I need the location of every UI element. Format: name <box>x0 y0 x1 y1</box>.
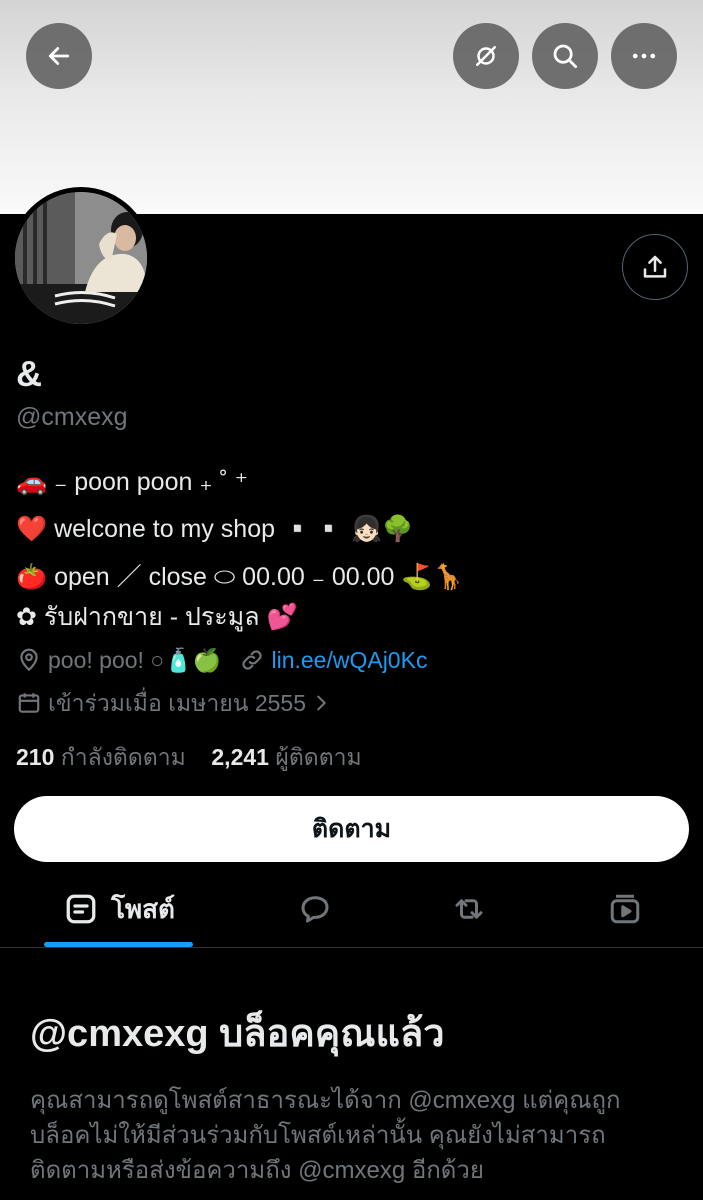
profile-page: & @cmxexg 🚗 ₋ poon poon ₊ ˚ ⁺ ❤️ welcone… <box>0 0 703 1200</box>
followers-count: 2,241 <box>211 744 269 770</box>
more-button[interactable] <box>611 23 677 89</box>
more-horizontal-icon <box>632 53 656 59</box>
tab-media[interactable] <box>590 870 660 948</box>
share-button[interactable] <box>622 234 688 300</box>
profile-banner[interactable] <box>0 0 703 214</box>
media-icon <box>610 894 640 924</box>
avatar-photo <box>15 192 147 324</box>
avatar[interactable] <box>10 187 152 329</box>
profile-handle: @cmxexg <box>16 403 128 431</box>
follow-counts: 210 กำลังติดตาม 2,241 ผู้ติดตาม <box>16 742 362 772</box>
followers-link[interactable]: 2,241 ผู้ติดตาม <box>211 744 361 770</box>
posts-icon <box>66 894 96 924</box>
share-icon <box>643 255 667 278</box>
blocked-title: @cmxexg บล็อคคุณแล้ว <box>30 1013 445 1055</box>
bio-line: 🚗 ₋ poon poon ₊ ˚ ⁺ <box>16 468 248 496</box>
follow-button[interactable]: ติดตาม <box>14 796 689 862</box>
link-text[interactable]: lin.ee/wQAj0Kc <box>271 645 427 675</box>
profile-link[interactable]: lin.ee/wQAj0Kc <box>239 645 427 675</box>
tab-posts[interactable]: โพสต์ <box>44 870 194 948</box>
search-icon <box>553 44 577 68</box>
blocked-description: คุณสามารถดูโพสต์สาธารณะได้จาก @cmxexg แต… <box>30 1087 621 1184</box>
profile-meta-joined[interactable]: เข้าร่วมเมื่อ เมษายน 2555 <box>16 688 332 718</box>
following-link[interactable]: 210 กำลังติดตาม <box>16 744 186 770</box>
tab-reposts[interactable] <box>434 870 504 948</box>
arrow-left-icon <box>48 47 70 65</box>
profile-tabs: โพสต์ <box>0 870 703 948</box>
calendar-icon <box>18 693 40 713</box>
tab-replies[interactable] <box>280 870 350 948</box>
eye-slash-icon <box>476 46 496 66</box>
active-tab-indicator <box>44 942 193 947</box>
chevron-right-icon <box>317 695 327 711</box>
repost-icon <box>455 899 483 919</box>
joined-text: เข้าร่วมเมื่อ เมษายน 2555 <box>48 690 307 716</box>
link-icon <box>242 650 263 670</box>
bio-line: 🍅 open ／ close ⬭ 00.00 ₋ 00.00 ⛳🦒 <box>16 563 464 591</box>
profile-meta-location: poo! poo! ○🧴🍏 lin.ee/wQAj0Kc <box>16 645 427 675</box>
location-text: poo! poo! ○🧴🍏 <box>48 647 222 673</box>
hidden-replies-button[interactable] <box>453 23 519 89</box>
back-button[interactable] <box>26 23 92 89</box>
bio-line: ❤️ welcone to my shop ▫️▫️ 👧🏻🌳 <box>16 515 414 543</box>
following-count: 210 <box>16 744 55 770</box>
followers-label: ผู้ติดตาม <box>275 744 362 770</box>
location-pin-icon <box>20 648 38 672</box>
display-name: & <box>16 353 42 394</box>
search-button[interactable] <box>532 23 598 89</box>
bio-line: ✿ รับฝากขาย - ประมูล 💕 <box>16 603 298 631</box>
following-label: กำลังติดตาม <box>60 744 186 770</box>
reply-icon <box>301 896 329 923</box>
tab-posts-label: โพสต์ <box>111 893 175 924</box>
